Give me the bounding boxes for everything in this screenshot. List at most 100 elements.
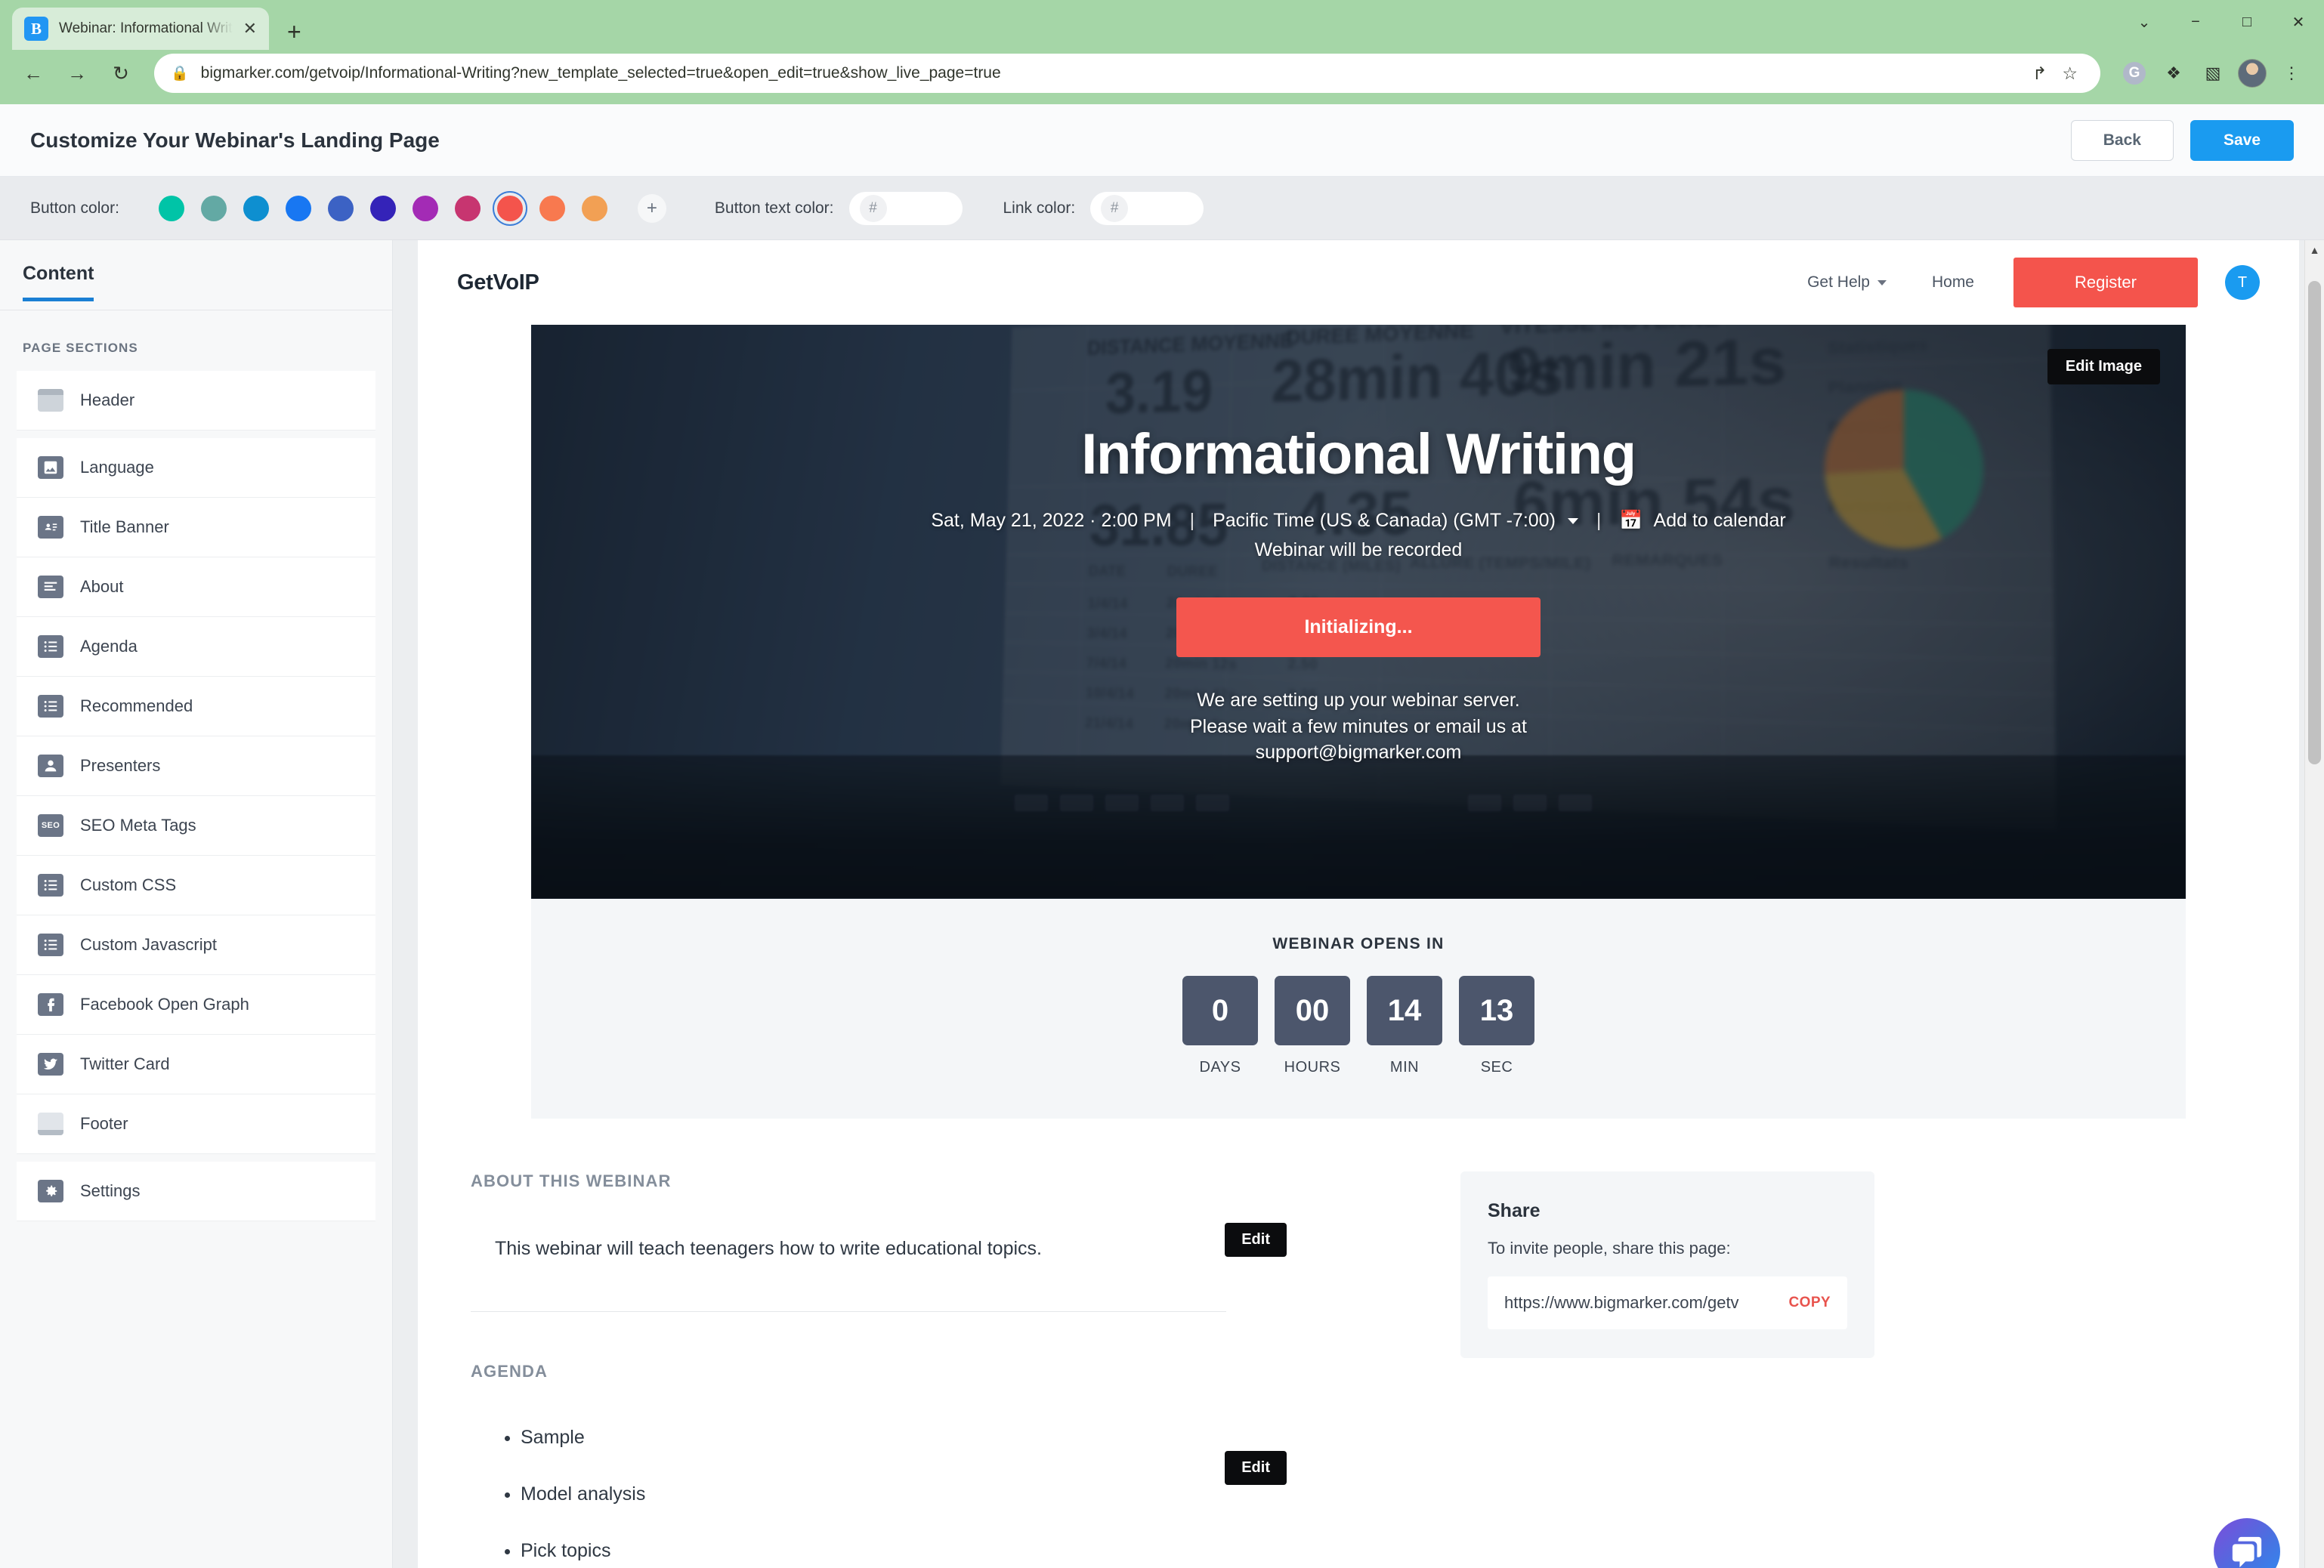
- sidebar-item-twitter-card[interactable]: Twitter Card: [17, 1035, 375, 1094]
- sidebar-item-header[interactable]: Header: [17, 371, 375, 431]
- sidebar-item-facebook-open-graph[interactable]: Facebook Open Graph: [17, 975, 375, 1035]
- list-icon: [38, 874, 63, 897]
- save-button[interactable]: Save: [2190, 119, 2294, 161]
- omnibox-icons: ↱ ☆: [2026, 63, 2084, 84]
- bookmark-star-icon[interactable]: ☆: [2056, 63, 2084, 84]
- side-panel-icon[interactable]: ▧: [2197, 57, 2229, 89]
- color-swatch-10[interactable]: [577, 191, 612, 226]
- link-color-input[interactable]: #: [1090, 191, 1204, 225]
- reload-icon[interactable]: ↻: [104, 57, 138, 90]
- close-window-icon[interactable]: ✕: [2273, 5, 2324, 39]
- countdown-value: 13: [1459, 976, 1534, 1045]
- color-swatch-dot: [581, 195, 607, 221]
- tab-content[interactable]: Content: [23, 240, 94, 301]
- sidebar-item-custom-css[interactable]: Custom CSS: [17, 856, 375, 915]
- sidebar-item-presenters[interactable]: Presenters: [17, 736, 375, 796]
- scroll-up-icon[interactable]: ▲: [2305, 240, 2324, 260]
- link-color-group: Link color: #: [1003, 191, 1204, 225]
- sidebar: Content PAGE SECTIONS Header Language Titl…: [0, 240, 393, 1568]
- new-tab-button[interactable]: +: [287, 20, 301, 44]
- nav-home[interactable]: Home: [1909, 273, 1997, 292]
- header-blank-icon: [38, 389, 63, 412]
- sidebar-item-language[interactable]: Language: [17, 438, 375, 498]
- color-swatch-dot: [539, 195, 565, 221]
- sidebar-item-about[interactable]: About: [17, 557, 375, 617]
- close-icon[interactable]: ✕: [243, 20, 257, 37]
- sidebar-item-recommended[interactable]: Recommended: [17, 677, 375, 736]
- countdown-label: MIN: [1389, 1059, 1420, 1076]
- landing-page-preview: GetVoIP Get Help Home Register T DISTANC…: [418, 240, 2299, 1568]
- profile-avatar[interactable]: [2236, 57, 2268, 89]
- color-swatch-dot: [496, 195, 523, 221]
- page-scrollbar[interactable]: ▲ ▼: [2304, 240, 2324, 1568]
- color-swatch-1[interactable]: [196, 191, 231, 226]
- agenda-item: Pick topics: [521, 1540, 1377, 1562]
- sidebar-item-title-banner[interactable]: Title Banner: [17, 498, 375, 557]
- lower-content: ABOUT THIS WEBINAR Edit This webinar wil…: [418, 1119, 2299, 1568]
- color-swatch-6[interactable]: [408, 191, 443, 226]
- copy-button[interactable]: COPY: [1789, 1295, 1831, 1311]
- browser-tab[interactable]: B Webinar: Informational Writing b ✕: [12, 8, 269, 50]
- color-swatch-4[interactable]: [323, 191, 358, 226]
- back-button[interactable]: Back: [2070, 119, 2174, 161]
- back-icon[interactable]: ←: [17, 57, 50, 90]
- share-url-field[interactable]: https://www.bigmarker.com/getv COPY: [1488, 1276, 1847, 1329]
- divider: [471, 1311, 1226, 1312]
- color-swatch-3[interactable]: [281, 191, 316, 226]
- color-swatch-dot: [412, 195, 438, 221]
- add-to-calendar-link[interactable]: Add to calendar: [1654, 510, 1786, 532]
- google-account-icon[interactable]: G: [2118, 57, 2150, 89]
- page-sections-list: Header Language Title Banner About Agenda Rec…: [0, 371, 392, 1221]
- browser-menu-icon[interactable]: ⋮: [2276, 57, 2307, 89]
- chevron-down-icon[interactable]: ⌄: [2118, 5, 2170, 39]
- calendar-icon: 📅: [1619, 510, 1643, 531]
- preview-canvas: GetVoIP Get Help Home Register T DISTANC…: [393, 240, 2324, 1568]
- initializing-button[interactable]: Initializing...: [1176, 597, 1541, 657]
- chevron-down-icon[interactable]: [1567, 517, 1578, 524]
- color-swatch-8[interactable]: [492, 190, 527, 226]
- agenda-edit-button[interactable]: Edit: [1225, 1451, 1287, 1485]
- share-icon[interactable]: ↱: [2026, 63, 2053, 84]
- countdown-cell-hours: 00 HOURS: [1275, 976, 1350, 1076]
- button-text-color-group: Button text color: #: [715, 191, 963, 225]
- add-color-button[interactable]: +: [637, 193, 666, 223]
- register-button[interactable]: Register: [2013, 258, 2198, 307]
- sidebar-item-custom-javascript[interactable]: Custom Javascript: [17, 915, 375, 975]
- scrollbar-thumb[interactable]: [2308, 281, 2321, 764]
- browser-navbar: ← → ↻ 🔒 bigmarker.com/getvoip/Informatio…: [0, 50, 2324, 104]
- color-swatch-7[interactable]: [450, 191, 485, 226]
- sidebar-heading: PAGE SECTIONS: [23, 341, 138, 355]
- nav-get-help[interactable]: Get Help: [1785, 273, 1909, 292]
- address-bar[interactable]: 🔒 bigmarker.com/getvoip/Informational-Wr…: [154, 54, 2100, 93]
- sidebar-item-label: Facebook Open Graph: [80, 995, 249, 1014]
- share-card: Share To invite people, share this page:…: [1460, 1171, 1874, 1358]
- sidebar-item-settings[interactable]: Settings: [17, 1162, 375, 1221]
- countdown-cell-min: 14 MIN: [1367, 976, 1442, 1076]
- button-color-label: Button color:: [30, 199, 119, 217]
- color-swatch-9[interactable]: [535, 191, 570, 226]
- maximize-icon[interactable]: □: [2221, 5, 2273, 39]
- color-swatch-5[interactable]: [366, 191, 400, 226]
- sidebar-item-footer[interactable]: Footer: [17, 1094, 375, 1154]
- list-icon: [38, 695, 63, 718]
- person-icon: [38, 755, 63, 777]
- color-swatch-0[interactable]: [154, 191, 189, 226]
- countdown-value: 14: [1367, 976, 1442, 1045]
- forward-icon[interactable]: →: [60, 57, 94, 90]
- color-swatch-2[interactable]: [239, 191, 274, 226]
- hash-icon: #: [1101, 194, 1129, 222]
- puzzle-extensions-icon[interactable]: ❖: [2158, 57, 2190, 89]
- sidebar-item-agenda[interactable]: Agenda: [17, 617, 375, 677]
- status-line-2: Please wait a few minutes or email us at: [1189, 715, 1528, 737]
- lower-main-column: ABOUT THIS WEBINAR Edit This webinar wil…: [471, 1171, 1377, 1568]
- about-edit-button[interactable]: Edit: [1225, 1223, 1287, 1257]
- user-avatar[interactable]: T: [2225, 265, 2260, 300]
- sidebar-item-seo-meta-tags[interactable]: SEO SEO Meta Tags: [17, 796, 375, 856]
- agenda-item: Model analysis: [521, 1483, 1377, 1505]
- button-text-color-input[interactable]: #: [848, 191, 963, 225]
- minimize-icon[interactable]: −: [2170, 5, 2221, 39]
- countdown-cell-days: 0 DAYS: [1182, 976, 1258, 1076]
- twitter-icon: [38, 1053, 63, 1076]
- id-card-icon: [38, 516, 63, 539]
- agenda-heading: AGENDA: [471, 1362, 548, 1381]
